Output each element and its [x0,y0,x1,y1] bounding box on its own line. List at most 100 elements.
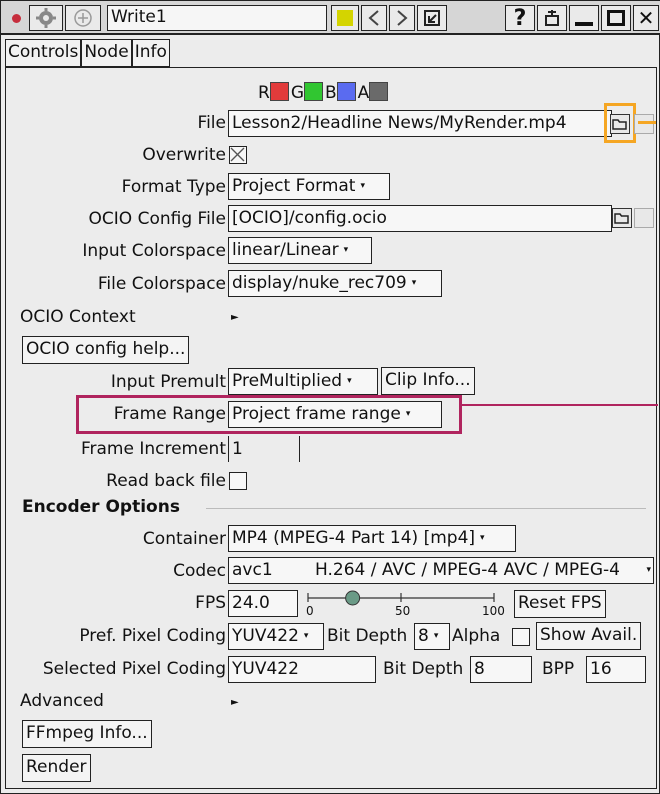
chevron-down-icon: ▾ [303,631,309,641]
channel-a-toggle[interactable] [369,82,389,101]
expand-arrow-icon[interactable]: ► [231,312,239,323]
advanced-label: Advanced [20,691,104,711]
bpp-field: 16 [586,656,646,683]
bit-depth-value: 8 [418,626,429,646]
file-colorspace-dropdown[interactable]: display/nuke_rec709 ▾ [228,270,442,297]
frame-range-value: Project frame range [232,404,401,424]
expand-arrow-icon[interactable]: ► [231,697,239,708]
tab-info[interactable]: Info [131,39,170,67]
channel-g-toggle[interactable] [304,82,323,101]
slider-max-label: 100 [482,604,505,618]
channel-r-toggle[interactable] [269,82,289,101]
folder-browse-icon[interactable] [610,114,630,134]
node-color-swatch[interactable] [331,5,359,31]
render-button[interactable]: Render [22,754,91,782]
encoder-options-heading: Encoder Options [22,497,180,517]
chevron-down-icon: ▾ [343,245,349,255]
ffmpeg-info-button[interactable]: FFmpeg Info... [22,720,152,748]
codec-description: H.264 / AVC / MPEG-4 AVC / MPEG-4 [315,560,620,580]
codec-dropdown[interactable]: avc1 H.264 / AVC / MPEG-4 AVC / MPEG-4 ▾ [228,557,654,584]
selected-pixel-coding-label: Selected Pixel Coding [42,659,226,679]
channel-r-label: R [258,83,270,103]
slider-mid-label: 50 [395,604,411,618]
chevron-down-icon: ▾ [433,631,439,641]
bpp-label: BPP [542,659,575,679]
ocio-config-field[interactable]: [OCIO]/config.ocio [228,205,612,232]
read-back-file-label: Read back file [106,471,226,491]
gear-icon[interactable] [29,5,63,31]
codec-value: avc1 [232,560,273,580]
input-premult-label: Input Premult [110,372,226,392]
reload-icon[interactable] [634,114,654,134]
format-type-label: Format Type [121,177,226,197]
write-node-window: Write1 ? ✕ Controls Node Info R G B A Fi… [0,0,660,794]
container-label: Container [142,529,226,549]
pref-pixel-coding-value: YUV422 [232,626,299,646]
slider-min-label: 0 [306,604,314,618]
channel-b-toggle[interactable] [336,82,356,101]
fps-label: FPS [195,593,226,613]
tab-controls[interactable]: Controls [5,39,82,67]
clip-info-button[interactable]: Clip Info... [381,367,475,395]
file-colorspace-value: display/nuke_rec709 [232,273,407,293]
alpha-label: Alpha [452,626,501,646]
chevron-down-icon: ▾ [360,181,366,191]
alpha-checkbox[interactable] [512,628,530,646]
frame-increment-field[interactable]: 1 [228,436,300,462]
close-icon[interactable]: ✕ [633,5,659,31]
chevron-down-icon: ▾ [347,376,352,386]
overwrite-checkbox[interactable] [229,146,247,164]
overwrite-label: Overwrite [142,145,226,165]
bit-depth-dropdown[interactable]: 8 ▾ [414,623,450,650]
chevron-down-icon: ▾ [411,278,417,288]
help-icon[interactable]: ? [505,5,535,31]
frame-range-dropdown[interactable]: Project frame range ▾ [228,401,442,428]
tab-node[interactable]: Node [81,39,132,67]
selected-bit-depth-field: 8 [470,656,532,683]
read-back-file-checkbox[interactable] [229,472,247,490]
input-colorspace-dropdown[interactable]: linear/Linear ▾ [228,237,372,264]
maximize-icon[interactable] [601,5,631,31]
next-arrow-icon[interactable] [389,5,415,31]
controls-panel: RG BA File Lesson2/Headline News/MyRender… [5,67,658,789]
pref-pixel-coding-dropdown[interactable]: YUV422 ▾ [228,623,324,650]
title-bar: Write1 ? ✕ [1,1,660,35]
fps-field[interactable]: 24.0 [228,590,298,617]
minimize-icon[interactable] [569,5,599,31]
channel-g-label: G [290,83,304,103]
fps-slider[interactable]: 0 50 100 [306,590,512,624]
format-type-dropdown[interactable]: Project Format ▾ [228,173,390,200]
channel-selector: RG BA [258,82,390,103]
ocio-config-help-button[interactable]: OCIO config help... [22,336,190,364]
float-panel-icon[interactable] [537,5,567,31]
folder-callout-line [638,121,656,124]
node-color-dot-icon[interactable] [5,5,27,31]
reset-fps-button[interactable]: Reset FPS [514,590,606,618]
format-type-value: Project Format [232,176,356,196]
file-path-field[interactable]: Lesson2/Headline News/MyRender.mp4 [228,110,612,137]
file-colorspace-label: File Colorspace [97,274,226,294]
frame-increment-label: Frame Increment [80,439,226,459]
channel-a-label: A [357,83,370,103]
folder-browse-icon[interactable] [612,208,632,228]
section-divider [206,508,646,509]
reload-icon[interactable] [634,208,654,228]
tab-bar: Controls Node Info [5,39,170,67]
node-name-field[interactable]: Write1 [107,5,327,31]
container-value: MP4 (MPEG-4 Part 14) [mp4] [232,528,476,548]
frame-range-label: Frame Range [113,404,226,424]
file-label: File [197,113,226,133]
input-premult-dropdown[interactable]: PreMultiplied ▾ [228,368,378,395]
input-colorspace-label: Input Colorspace [82,241,226,261]
container-dropdown[interactable]: MP4 (MPEG-4 Part 14) [mp4] ▾ [228,525,516,552]
ocio-context-label: OCIO Context [20,307,136,327]
revert-icon[interactable] [417,5,447,31]
selected-pixel-coding-field: YUV422 [228,656,376,683]
input-colorspace-value: linear/Linear [232,240,339,260]
show-avail-button[interactable]: Show Avail. [536,622,642,650]
previous-arrow-icon[interactable] [361,5,387,31]
ocio-config-label: OCIO Config File [88,209,226,229]
bit-depth-label: Bit Depth [327,626,408,646]
chevron-down-icon: ▾ [480,533,485,543]
add-knob-icon[interactable] [65,5,101,31]
